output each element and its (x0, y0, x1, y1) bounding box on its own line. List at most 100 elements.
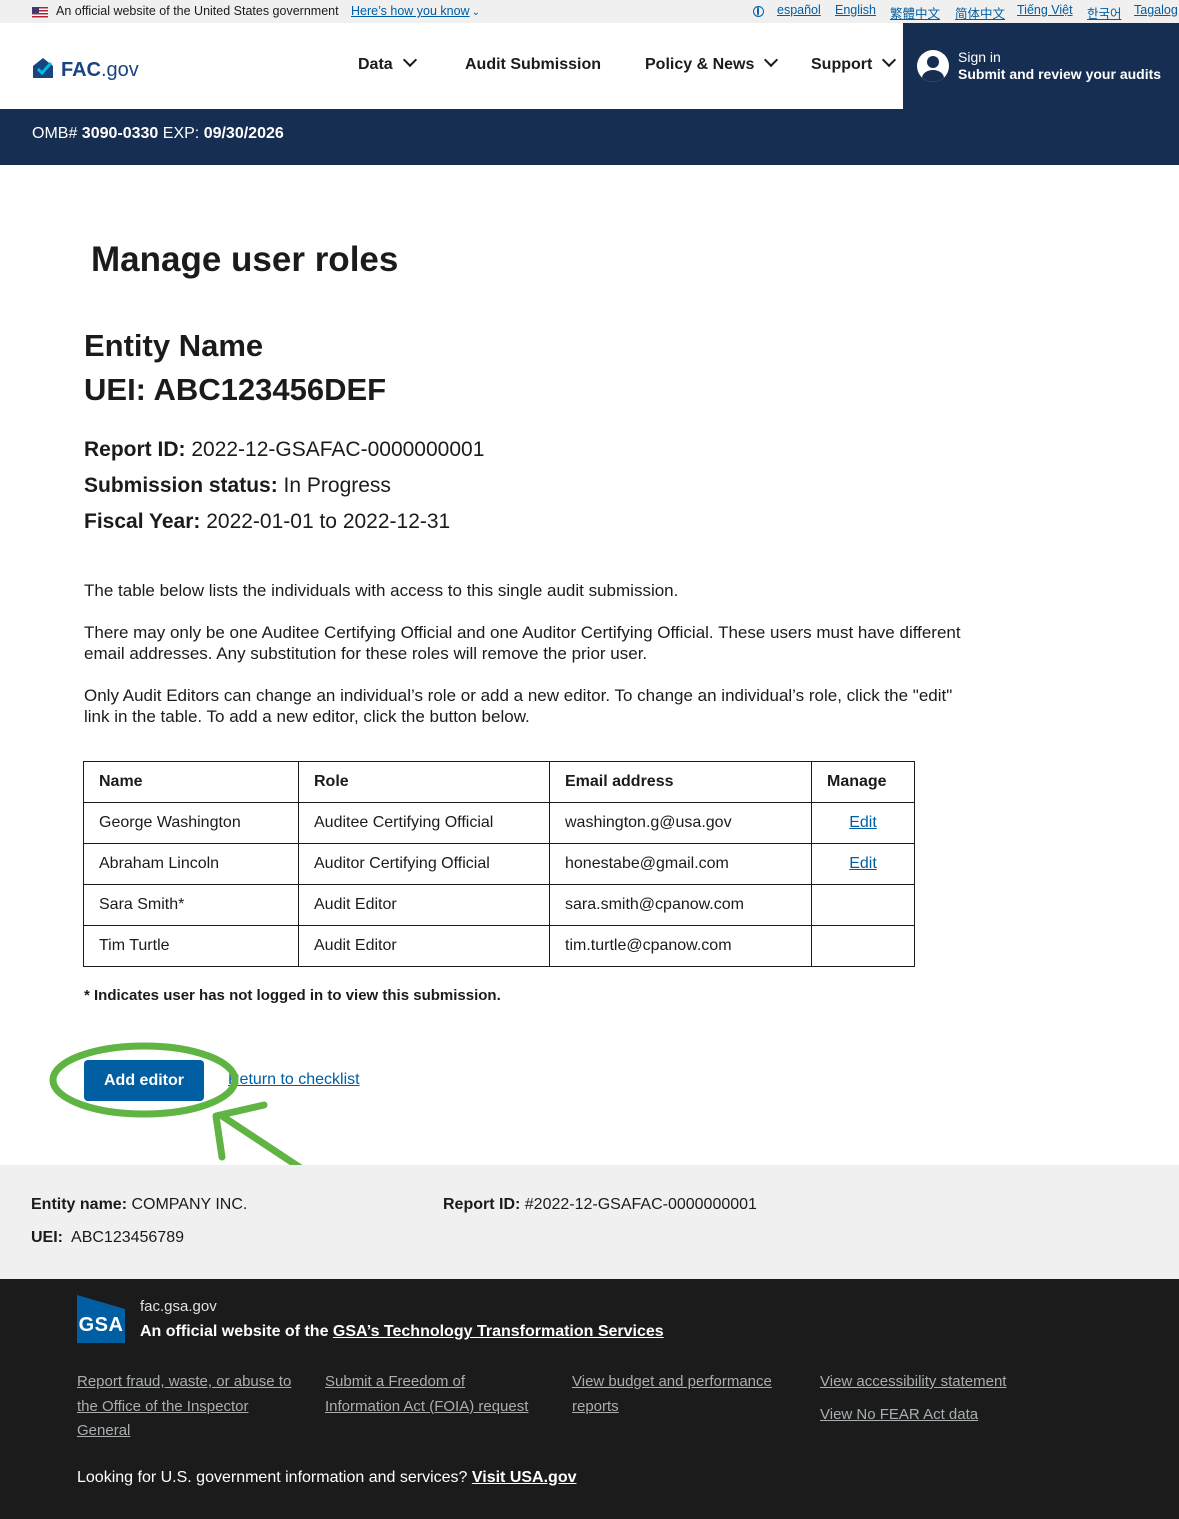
band-uei-value: ABC123456789 (71, 1229, 184, 1246)
tts-link[interactable]: GSA’s Technology Transformation Services (333, 1323, 664, 1340)
band-report-label: Report ID: (443, 1196, 521, 1213)
fiscal-year-value: 2022-01-01 to 2022-12-31 (206, 510, 451, 533)
user-roles-table: Name Role Email address Manage George Wa… (83, 761, 915, 967)
table-row: Abraham Lincoln Auditor Certifying Offic… (83, 843, 915, 885)
nav-data[interactable]: Data (358, 52, 417, 74)
nav-data-label: Data (358, 56, 393, 73)
lang-link-english[interactable]: English (835, 3, 876, 17)
fiscal-year-line: Fiscal Year: 2022-01-01 to 2022-12-31 (84, 510, 450, 534)
sign-in-sublabel: Submit and review your audits (958, 66, 1162, 82)
report-id-line: Report ID: 2022-12-GSAFAC-0000000001 (84, 438, 484, 462)
return-to-checklist-link[interactable]: Return to checklist (228, 1071, 360, 1089)
cell-name: Tim Turtle (83, 925, 299, 967)
cell-role: Audit Editor (298, 925, 550, 967)
footer-usagov-line: Looking for U.S. government information … (77, 1469, 577, 1487)
site-header: FAC.gov Data Audit Submission Policy & N… (0, 23, 1179, 109)
band-entity-value: COMPANY INC. (131, 1196, 248, 1213)
nav-policy-news-label: Policy & News (645, 56, 755, 73)
sign-in-label: Sign in (958, 49, 1001, 65)
heres-how-you-know-label: Here’s how you know (351, 4, 470, 18)
column-header-manage: Manage (811, 761, 915, 803)
nav-policy-news[interactable]: Policy & News (645, 52, 779, 74)
cell-email: tim.turtle@cpanow.com (549, 925, 812, 967)
band-entity-label: Entity name: (31, 1196, 128, 1213)
globe-icon (753, 6, 764, 17)
page-title: Manage user roles (91, 240, 399, 279)
submission-status-label: Submission status: (84, 474, 278, 497)
cell-name: Sara Smith* (83, 884, 299, 926)
chevron-down-icon: ⌄ (471, 7, 480, 18)
report-id-label: Report ID: (84, 438, 186, 461)
nav-audit-submission[interactable]: Audit Submission (465, 56, 601, 74)
band-report-id: Report ID: #2022-12-GSAFAC-0000000001 (443, 1196, 757, 1214)
chevron-down-icon (882, 52, 897, 68)
footer-usagov-text: Looking for U.S. government information … (77, 1469, 468, 1486)
chevron-down-icon (402, 52, 417, 68)
omb-number: 3090-0330 (81, 125, 159, 142)
edit-link[interactable]: Edit (849, 855, 877, 872)
table-header-row: Name Role Email address Manage (83, 761, 915, 803)
table-row: Sara Smith* Audit Editor sara.smith@cpan… (83, 884, 915, 926)
fac-home-link[interactable]: FAC.gov (61, 59, 139, 82)
cell-manage (811, 925, 915, 967)
column-header-name: Name (83, 761, 299, 803)
band-entity-name: Entity name: COMPANY INC. (31, 1196, 247, 1214)
usagov-link[interactable]: Visit USA.gov (472, 1469, 577, 1486)
logo-bold-text: FAC (61, 59, 101, 81)
lang-link-espanol[interactable]: español (777, 3, 821, 17)
omb-bar: OMB# 3090-0330 EXP: 09/30/2026 (0, 109, 1179, 165)
edit-link[interactable]: Edit (849, 814, 877, 831)
nav-audit-submission-label: Audit Submission (465, 56, 601, 73)
site-footer: GSA fac.gsa.gov An official website of t… (0, 1279, 1179, 1519)
footer-official-prefix: An official website of the (140, 1323, 329, 1340)
entity-name-heading: Entity Name (84, 328, 264, 363)
omb-label: OMB# (32, 125, 78, 142)
band-uei: UEI: ABC123456789 (31, 1229, 184, 1247)
report-id-value: 2022-12-GSAFAC-0000000001 (191, 438, 485, 461)
logo-suffix-text: .gov (101, 59, 139, 81)
cell-role: Auditee Certifying Official (298, 802, 550, 844)
cell-email: sara.smith@cpanow.com (549, 884, 812, 926)
lang-link-tagalog[interactable]: Tagalog (1134, 3, 1178, 17)
footer-domain: fac.gsa.gov (140, 1298, 217, 1315)
highlight-arrowhead (212, 1101, 268, 1161)
gov-banner: An official website of the United States… (0, 0, 1179, 23)
fac-logo-icon (33, 58, 53, 78)
footer-link-budget[interactable]: View budget and performance reports (572, 1370, 787, 1419)
footer-link-no-fear[interactable]: View No FEAR Act data (820, 1403, 1040, 1428)
fiscal-year-label: Fiscal Year: (84, 510, 201, 533)
nav-support-label: Support (811, 56, 873, 73)
footer-link-oig[interactable]: Report fraud, waste, or abuse to the Off… (77, 1370, 292, 1444)
cell-manage (811, 884, 915, 926)
column-header-email: Email address (549, 761, 812, 803)
nav-support[interactable]: Support (811, 52, 897, 74)
entity-uei-heading: UEI: ABC123456DEF (84, 372, 387, 407)
band-uei-label: UEI: (31, 1229, 63, 1246)
cell-role: Audit Editor (298, 884, 550, 926)
certifying-officials-paragraph: There may only be one Auditee Certifying… (84, 623, 961, 663)
cell-email: washington.g@usa.gov (549, 802, 812, 844)
add-editor-button[interactable]: Add editor (84, 1060, 204, 1101)
gsa-logo: GSA (77, 1295, 125, 1343)
table-row: George Washington Auditee Certifying Off… (83, 802, 915, 844)
submission-status-line: Submission status: In Progress (84, 474, 391, 498)
cell-email: honestabe@gmail.com (549, 843, 812, 885)
cell-manage: Edit (811, 843, 915, 885)
exp-date: 09/30/2026 (203, 125, 284, 142)
footer-link-foia[interactable]: Submit a Freedom of Information Act (FOI… (325, 1370, 540, 1419)
lang-link-vietnamese[interactable]: Tiếng Việt (1017, 3, 1073, 17)
footer-link-accessibility[interactable]: View accessibility statement (820, 1370, 1040, 1395)
intro-paragraph: The table below lists the individuals wi… (84, 581, 679, 600)
submission-info-band: Entity name: COMPANY INC. Report ID: #20… (0, 1165, 1179, 1279)
lang-link-traditional-chinese[interactable]: 繁體中文 (890, 3, 940, 22)
lang-link-simplified-chinese[interactable]: 简体中文 (955, 3, 1005, 22)
sign-in-button[interactable]: Sign in Submit and review your audits (903, 23, 1179, 109)
submission-status-value: In Progress (283, 474, 391, 497)
lang-link-korean[interactable]: 한국어 (1087, 3, 1122, 22)
us-flag-icon (32, 7, 48, 18)
cell-name: George Washington (83, 802, 299, 844)
heres-how-you-know-link[interactable]: Here’s how you know ⌄ (351, 4, 480, 18)
cell-manage: Edit (811, 802, 915, 844)
chevron-down-icon (764, 52, 779, 68)
column-header-role: Role (298, 761, 550, 803)
